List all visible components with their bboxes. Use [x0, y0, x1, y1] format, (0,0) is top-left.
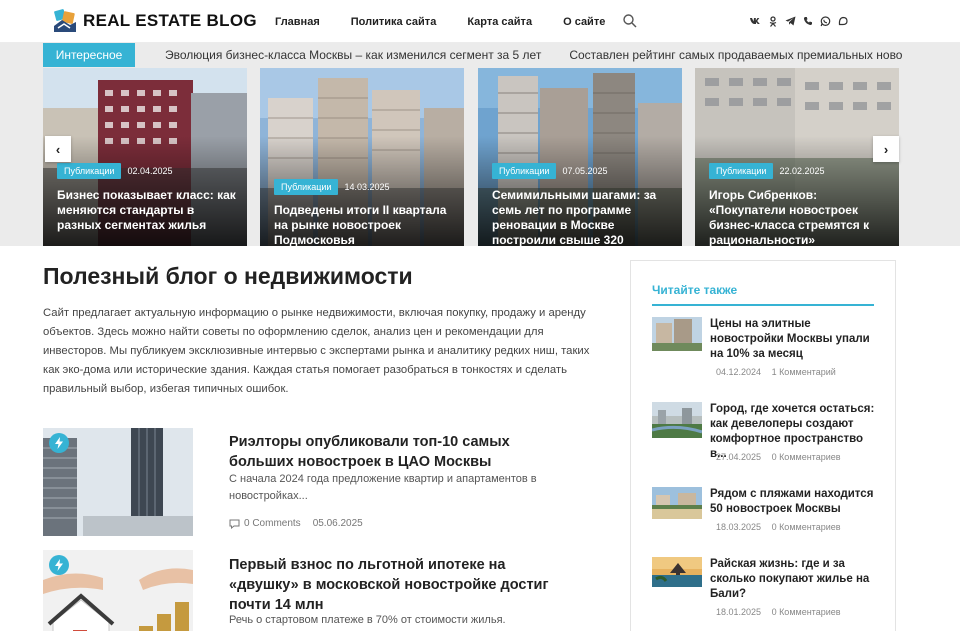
whatsapp-icon[interactable] — [817, 14, 833, 28]
card-meta: Публикации 07.05.2025 — [492, 163, 608, 179]
related-date: 18.03.2025 — [716, 522, 762, 532]
card-meta: Публикации 22.02.2025 — [709, 163, 825, 179]
related-item[interactable]: Город, где хочется остаться: как девелоп… — [652, 402, 877, 466]
social-links — [747, 14, 852, 28]
featured-section: Интересное Эволюция бизнес-класса Москвы… — [0, 43, 960, 246]
related-thumbnail[interactable] — [652, 487, 702, 519]
post-item: Первый взнос по льготной ипотеке на «дву… — [43, 550, 603, 631]
post-meta: 0 Comments 05.06.2025 — [229, 518, 363, 529]
post-date: 05.06.2025 — [312, 518, 363, 529]
related-title[interactable]: Райская жизнь: где и за сколько покупают… — [710, 557, 878, 602]
slider-prev-button[interactable]: ‹ — [45, 136, 71, 162]
post-thumbnail[interactable] — [43, 550, 193, 631]
site-header: REAL ESTATE BLOG Главная Политика сайта … — [0, 0, 960, 43]
related-comments[interactable]: 0 Комментариев — [772, 607, 841, 617]
slider-card[interactable]: Публикации 14.03.2025 Подведены итоги II… — [260, 68, 464, 246]
card-meta: Публикации 14.03.2025 — [274, 179, 390, 195]
related-thumbnail[interactable] — [652, 557, 702, 587]
card-date: 14.03.2025 — [344, 182, 390, 192]
logo-text: REAL ESTATE BLOG — [83, 11, 257, 30]
post-excerpt: С начала 2024 года предложение квартир и… — [229, 473, 537, 502]
page-title: Полезный блог о недвижимости — [43, 263, 413, 289]
intro-text: Сайт предлагает актуальную информацию о … — [43, 307, 590, 395]
nav-item-home[interactable]: Главная — [275, 16, 320, 28]
related-thumbnail[interactable] — [652, 317, 702, 351]
sidebar-divider — [652, 304, 874, 306]
nav-item-sitemap[interactable]: Карта сайта — [467, 16, 532, 28]
viber-icon[interactable] — [800, 14, 816, 28]
slider-card[interactable]: Публикации 07.05.2025 Семимильными шагам… — [478, 68, 682, 246]
comment-icon — [229, 519, 240, 529]
post-title[interactable]: Риэлторы опубликовали топ-10 самых больш… — [229, 432, 559, 472]
card-date: 02.04.2025 — [127, 166, 173, 176]
related-thumbnail[interactable] — [652, 402, 702, 438]
post-comments[interactable]: 0 Comments — [244, 518, 301, 529]
category-badge[interactable]: Публикации — [492, 163, 557, 179]
card-title[interactable]: Семимильными шагами: за семь лет по прог… — [492, 188, 672, 246]
related-meta: 27.04.2025 0 Комментариев — [716, 452, 841, 462]
nav-item-policy[interactable]: Политика сайта — [351, 16, 437, 28]
vk-icon[interactable] — [747, 14, 763, 28]
telegram-icon[interactable] — [782, 14, 798, 28]
chevron-right-icon: › — [883, 141, 889, 157]
featured-slider: Публикации 02.04.2025 Бизнес показывает … — [43, 68, 900, 246]
card-date: 07.05.2025 — [562, 166, 608, 176]
related-comments[interactable]: 0 Комментариев — [772, 522, 841, 532]
nav-item-about[interactable]: О сайте — [563, 16, 605, 28]
related-comments[interactable]: 1 Комментарий — [772, 367, 836, 377]
category-badge[interactable]: Публикации — [274, 179, 339, 195]
category-badge[interactable]: Публикации — [57, 163, 122, 179]
related-date: 18.01.2025 — [716, 607, 762, 617]
category-badge[interactable]: Публикации — [709, 163, 774, 179]
related-title[interactable]: Цены на элитные новостройки Москвы упали… — [710, 317, 878, 362]
sidebar-title: Читайте также — [652, 283, 738, 297]
card-meta: Публикации 02.04.2025 — [57, 163, 173, 179]
card-title[interactable]: Бизнес показывает класс: как меняются ст… — [57, 188, 237, 233]
lightning-icon — [49, 433, 69, 453]
slider-card[interactable]: Публикации 22.02.2025 Игорь Сибренков: «… — [695, 68, 899, 246]
sidebar-widget: Читайте также Цены на элитные новостройк… — [630, 260, 896, 631]
slider-next-button[interactable]: › — [873, 136, 899, 162]
related-date: 04.12.2024 — [716, 367, 762, 377]
ticker-label: Интересное — [43, 43, 135, 67]
ticker-item[interactable]: Эволюция бизнес-класса Москвы – как изме… — [165, 48, 541, 62]
related-item[interactable]: Рядом с пляжами находится 50 новостроек … — [652, 487, 877, 537]
search-icon[interactable] — [622, 13, 638, 29]
related-item[interactable]: Цены на элитные новостройки Москвы упали… — [652, 317, 877, 381]
news-ticker: Эволюция бизнес-класса Москвы – как изме… — [150, 43, 902, 67]
related-item[interactable]: Райская жизнь: где и за сколько покупают… — [652, 557, 877, 621]
max-icon[interactable] — [835, 14, 851, 28]
related-comments[interactable]: 0 Комментариев — [772, 452, 841, 462]
post-thumbnail[interactable] — [43, 428, 193, 536]
related-title[interactable]: Рядом с пляжами находится 50 новостроек … — [710, 487, 878, 517]
site-logo[interactable]: REAL ESTATE BLOG — [52, 8, 257, 34]
card-title[interactable]: Игорь Сибренков: «Покупатели новостроек … — [709, 188, 889, 246]
related-meta: 18.01.2025 0 Комментариев — [716, 607, 841, 617]
post-excerpt: Речь о стартовом платеже в 70% от стоимо… — [229, 614, 506, 626]
main-nav: Главная Политика сайта Карта сайта О сай… — [275, 0, 636, 43]
post-title[interactable]: Первый взнос по льготной ипотеке на «дву… — [229, 555, 559, 615]
related-date: 27.04.2025 — [716, 452, 762, 462]
ticker-item[interactable]: Составлен рейтинг самых продаваемых прем… — [569, 48, 902, 62]
related-meta: 18.03.2025 0 Комментариев — [716, 522, 841, 532]
odnoklassniki-icon[interactable] — [765, 14, 781, 28]
slider-card[interactable]: Публикации 02.04.2025 Бизнес показывает … — [43, 68, 247, 246]
post-item: Риэлторы опубликовали топ-10 самых больш… — [43, 428, 603, 536]
related-meta: 04.12.2024 1 Комментарий — [716, 367, 836, 377]
lightning-icon — [49, 555, 69, 575]
card-title[interactable]: Подведены итоги II квартала на рынке нов… — [274, 203, 454, 246]
chevron-left-icon: ‹ — [55, 141, 61, 157]
card-date: 22.02.2025 — [779, 166, 825, 176]
logo-icon — [52, 8, 78, 34]
